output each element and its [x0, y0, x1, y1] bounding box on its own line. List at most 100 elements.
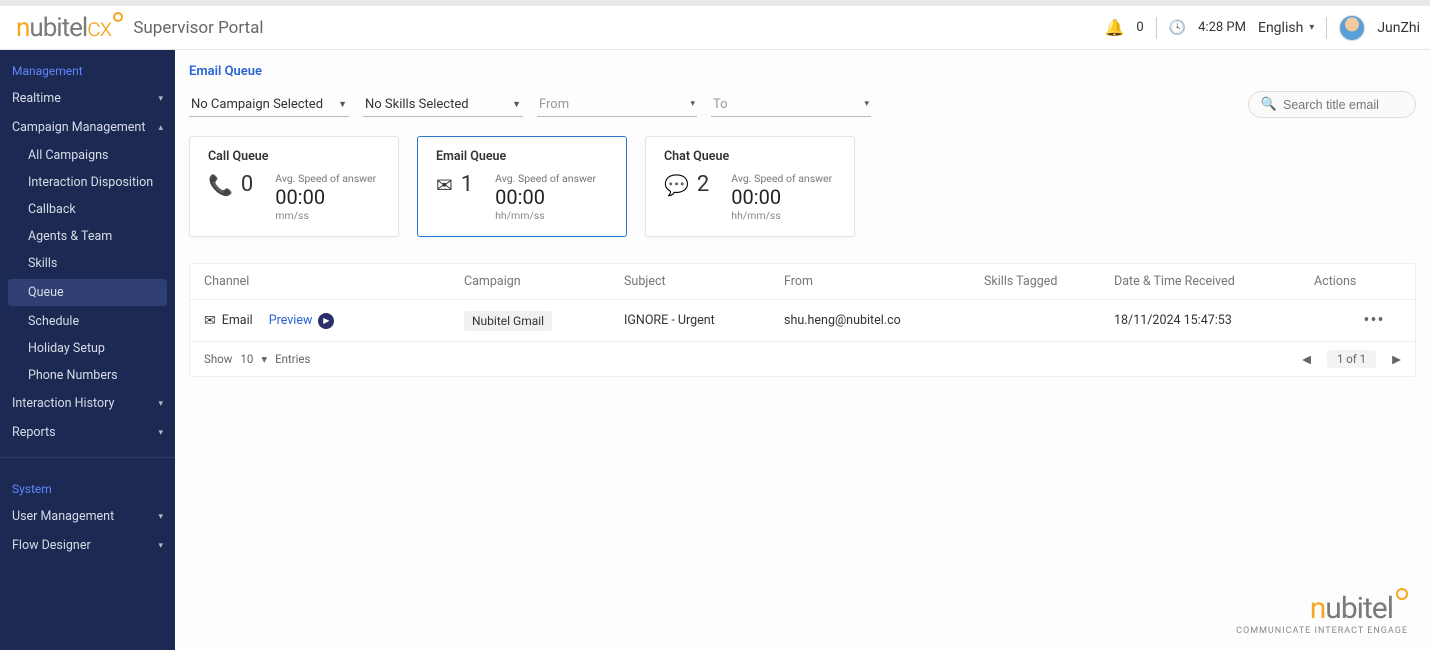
th-subject: Subject [624, 274, 784, 289]
language-label: English [1258, 20, 1303, 36]
campaign-select[interactable]: No Campaign Selected ▼ [189, 93, 349, 117]
footer-brand: n ubitel COMMUNICATE INTERACT ENGAGE [1236, 591, 1408, 636]
search-box[interactable]: 🔍 [1248, 91, 1416, 118]
sidebar-sub-phone-numbers[interactable]: Phone Numbers [0, 362, 175, 389]
language-selector[interactable]: English ▾ [1258, 20, 1314, 36]
metric-value: 00:00 [495, 185, 596, 209]
mail-icon: ✉ [436, 173, 453, 197]
caret-down-icon: ▾ [158, 541, 163, 551]
sidebar-item-realtime[interactable]: Realtime ▾ [0, 84, 175, 113]
search-input[interactable] [1283, 98, 1403, 112]
sidebar-sub-callback[interactable]: Callback [0, 196, 175, 223]
header: n ubitel cx Supervisor Portal 🔔 0 🕓 4:28… [0, 0, 1430, 50]
sidebar-item-interaction-history[interactable]: Interaction History ▾ [0, 389, 175, 418]
prev-page-button[interactable]: ◀ [1302, 352, 1311, 366]
card-metric: Avg. Speed of answer 00:00 mm/ss [275, 172, 376, 222]
queue-cards: Call Queue 📞 0 Avg. Speed of answer 00:0… [189, 136, 1416, 237]
brand-tail: ubitel [29, 13, 87, 43]
chevron-down-icon: ▾ [261, 352, 267, 366]
sidebar-sub-skills[interactable]: Skills [0, 250, 175, 277]
portal-title: Supervisor Portal [133, 18, 263, 38]
metric-label: Avg. Speed of answer [495, 172, 596, 185]
from-date-select[interactable]: From ▾ [537, 93, 697, 117]
card-title: Email Queue [436, 149, 608, 164]
th-received: Date & Time Received [1114, 274, 1314, 289]
call-queue-card[interactable]: Call Queue 📞 0 Avg. Speed of answer 00:0… [189, 136, 399, 237]
triangle-down-icon: ▼ [512, 99, 521, 110]
brand-cx: cx [87, 13, 111, 43]
caret-down-icon: ▾ [158, 399, 163, 409]
sidebar: Management Realtime ▾ Campaign Managemen… [0, 50, 175, 650]
phone-icon: 📞 [208, 173, 233, 197]
count-value: 2 [697, 172, 709, 197]
cell-from: shu.heng@nubitel.co [784, 313, 984, 328]
th-from: From [784, 274, 984, 289]
sidebar-item-label: Flow Designer [12, 538, 91, 553]
sidebar-section-system: System [0, 468, 175, 502]
card-title: Chat Queue [664, 149, 836, 164]
sidebar-item-user-management[interactable]: User Management ▾ [0, 502, 175, 531]
chat-icon: 💬 [664, 173, 689, 197]
page-size-select[interactable]: Show 10 ▾ Entries [204, 352, 310, 366]
sidebar-item-label: Reports [12, 425, 56, 440]
campaign-select-value: No Campaign Selected [191, 97, 323, 112]
preview-button[interactable]: Preview ▶ [263, 311, 341, 331]
search-icon: 🔍 [1261, 97, 1277, 112]
sidebar-item-flow-designer[interactable]: Flow Designer ▾ [0, 531, 175, 560]
th-actions: Actions [1314, 274, 1430, 289]
footer-brand-head: n [1310, 591, 1326, 626]
count-value: 1 [461, 172, 473, 197]
queue-table: Channel Campaign Subject From Skills Tag… [189, 263, 1416, 377]
sidebar-item-reports[interactable]: Reports ▾ [0, 418, 175, 447]
footer-brand-tag: COMMUNICATE INTERACT ENGAGE [1236, 626, 1408, 636]
card-metric: Avg. Speed of answer 00:00 hh/mm/ss [495, 172, 596, 222]
chevron-down-icon: ▾ [1309, 22, 1314, 33]
sidebar-sub-queue[interactable]: Queue [8, 279, 167, 306]
metric-unit: hh/mm/ss [495, 209, 596, 222]
card-title: Call Queue [208, 149, 380, 164]
metric-unit: hh/mm/ss [731, 209, 832, 222]
table-footer: Show 10 ▾ Entries ◀ 1 of 1 ▶ [190, 342, 1415, 376]
card-metric: Avg. Speed of answer 00:00 hh/mm/ss [731, 172, 832, 222]
brand-logo: n ubitel cx [16, 13, 123, 43]
sidebar-sub-all-campaigns[interactable]: All Campaigns [0, 142, 175, 169]
th-campaign: Campaign [464, 274, 624, 289]
th-skills: Skills Tagged [984, 274, 1114, 289]
clock-time: 4:28 PM [1198, 20, 1246, 35]
sidebar-item-label: Interaction History [12, 396, 114, 411]
email-queue-card[interactable]: Email Queue ✉ 1 Avg. Speed of answer 00:… [417, 136, 627, 237]
sidebar-sub-holiday-setup[interactable]: Holiday Setup [0, 335, 175, 362]
bell-icon[interactable]: 🔔 [1104, 18, 1124, 37]
avatar[interactable] [1339, 15, 1365, 41]
sidebar-item-label: Realtime [12, 91, 61, 106]
header-right: 🔔 0 🕓 4:28 PM English ▾ JunZhi [1104, 15, 1420, 41]
sidebar-item-campaign-management[interactable]: Campaign Management ▴ [0, 113, 175, 142]
skills-select[interactable]: No Skills Selected ▼ [363, 93, 523, 117]
row-actions-button[interactable]: ••• [1363, 310, 1384, 331]
page-size-value: 10 [240, 352, 253, 366]
chat-queue-card[interactable]: Chat Queue 💬 2 Avg. Speed of answer 00:0… [645, 136, 855, 237]
cell-subject: IGNORE - Urgent [624, 313, 784, 328]
mail-icon: ✉ [204, 313, 216, 329]
cell-campaign: Nubitel Gmail [464, 311, 624, 331]
filter-row: No Campaign Selected ▼ No Skills Selecte… [189, 91, 1416, 118]
page-info: 1 of 1 [1327, 350, 1376, 368]
skills-select-value: No Skills Selected [365, 97, 469, 112]
count-value: 0 [241, 172, 253, 197]
caret-down-icon: ▾ [158, 428, 163, 438]
caret-down-icon: ▾ [158, 512, 163, 522]
next-page-button[interactable]: ▶ [1392, 352, 1401, 366]
from-date-label: From [539, 97, 569, 112]
sidebar-item-label: Campaign Management [12, 120, 145, 135]
sidebar-sub-interaction-disposition[interactable]: Interaction Disposition [0, 169, 175, 196]
channel-label: Email [222, 313, 253, 328]
cell-actions: ••• [1314, 310, 1430, 331]
sidebar-sub-agents-team[interactable]: Agents & Team [0, 223, 175, 250]
sidebar-item-label: User Management [12, 509, 114, 524]
sidebar-sub-schedule[interactable]: Schedule [0, 308, 175, 335]
separator [1156, 17, 1157, 39]
to-date-select[interactable]: To ▾ [711, 93, 871, 117]
main: Email Queue No Campaign Selected ▼ No Sk… [175, 50, 1430, 650]
sidebar-divider [0, 457, 175, 458]
search-wrap: 🔍 [1248, 91, 1416, 118]
